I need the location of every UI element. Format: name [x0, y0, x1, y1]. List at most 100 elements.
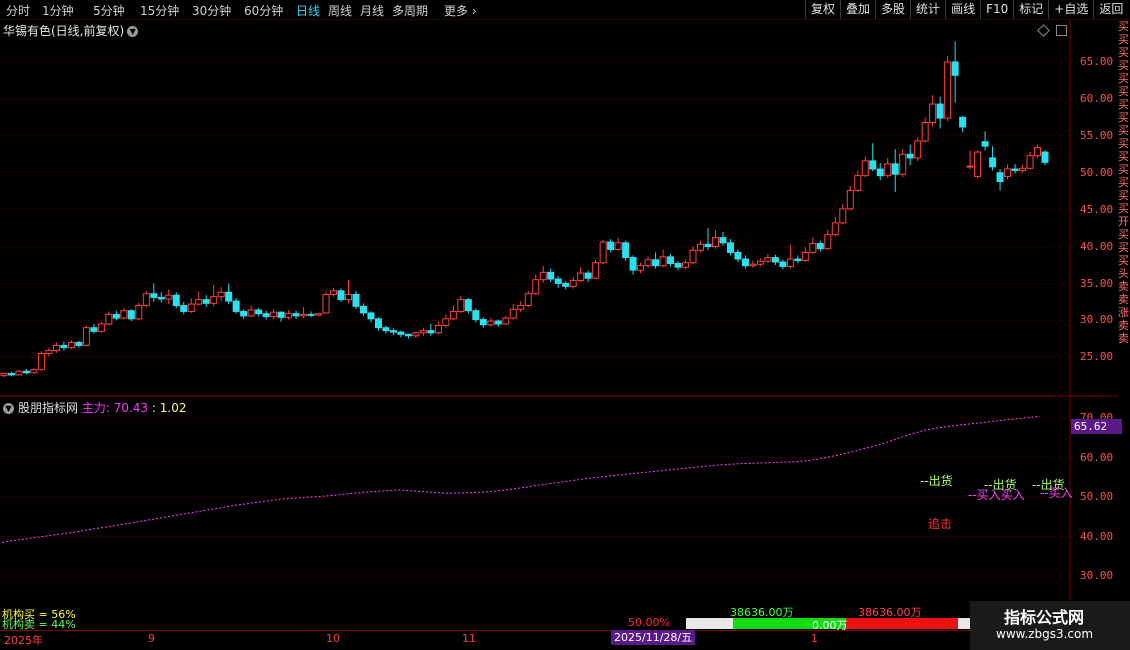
candle-body: [914, 140, 922, 159]
candle-body: [876, 168, 884, 177]
indicator-name: 股朋指标网: [18, 401, 79, 415]
candle-body: [345, 293, 353, 301]
candle-body: [944, 61, 952, 119]
candle-body: [300, 313, 308, 317]
candle-body: [472, 310, 480, 321]
candle-body: [726, 242, 734, 253]
candle-body: [794, 258, 802, 262]
candle-body: [1034, 147, 1042, 157]
indicator-dropdown-icon[interactable]: ▼: [3, 403, 14, 414]
candle-body: [165, 294, 173, 300]
candle-body: [15, 370, 23, 376]
date-axis: [0, 630, 1130, 646]
candle-body: [330, 290, 338, 295]
candle-body: [824, 234, 832, 250]
price-tick: 65.00: [1080, 55, 1114, 68]
indicator-grid: [0, 417, 1070, 577]
indicator-tick: 60.00: [1080, 451, 1114, 464]
price-tick: 40.00: [1080, 240, 1114, 253]
candle-body: [247, 309, 255, 317]
candle-body: [105, 313, 113, 325]
candle-body: [0, 372, 8, 377]
candle-body: [622, 242, 630, 259]
date-month: 1: [811, 632, 818, 645]
candle-body: [779, 261, 787, 267]
candle-body: [569, 279, 577, 287]
candle-body: [22, 370, 30, 374]
candle-body: [607, 241, 615, 250]
candle-body: [839, 208, 847, 224]
candle-body: [637, 265, 645, 271]
candle-body: [404, 333, 412, 337]
candle-body: [135, 305, 143, 320]
candle-body: [255, 309, 263, 315]
candle-body: [225, 291, 233, 302]
price-tick: 35.00: [1080, 277, 1114, 290]
kline-chart[interactable]: [0, 0, 1130, 650]
candle-body: [127, 310, 135, 320]
candle-body: [921, 122, 929, 142]
candle-body: [539, 271, 547, 281]
candle-body: [816, 243, 824, 250]
candle-body: [869, 160, 877, 170]
inflow-value: 38636.00万: [730, 606, 794, 619]
candle-body: [285, 313, 293, 318]
watermark-title: 指标公式网: [1004, 608, 1085, 627]
candle-body: [696, 243, 704, 251]
candle-body: [532, 279, 540, 295]
candle-body: [180, 305, 188, 312]
candle-body: [397, 331, 405, 335]
candle-body: [809, 243, 817, 253]
indicator-title: ▼ 股朋指标网 主力: 70.43 : 1.02: [3, 399, 186, 416]
candle-body: [374, 318, 382, 329]
candle-body: [741, 258, 749, 267]
candle-body: [37, 353, 45, 371]
candle-body: [60, 344, 68, 349]
candle-body: [434, 324, 442, 334]
candle-body: [210, 296, 218, 304]
candle-body: [217, 291, 225, 298]
outflow-value: 38636.00万: [858, 606, 922, 619]
candle-body: [599, 241, 607, 264]
candle-body: [142, 293, 150, 307]
date-month: 9: [148, 632, 155, 645]
candle-body: [1011, 168, 1019, 171]
candle-body: [771, 257, 779, 263]
candle-body: [322, 293, 330, 314]
candle-body: [1026, 155, 1034, 169]
candle-body: [449, 310, 457, 320]
candle-body: [195, 299, 203, 305]
candle-body: [584, 272, 592, 279]
candle-body: [831, 222, 839, 236]
candle-body: [959, 116, 967, 128]
candle-body: [689, 249, 697, 264]
candle-body: [359, 305, 367, 314]
candle-body: [315, 313, 323, 316]
candle-body: [614, 242, 622, 250]
candle-body: [292, 313, 300, 317]
candle-body: [854, 175, 862, 191]
candle-body: [891, 163, 899, 175]
indicator-tick: 50.00: [1080, 490, 1114, 503]
candle-body: [659, 256, 667, 267]
grid-lines: [0, 61, 1070, 358]
candle-body: [202, 299, 210, 304]
candle-body: [629, 257, 637, 271]
candle-body: [502, 317, 510, 325]
candle-body: [82, 327, 90, 346]
indicator-tick: 30.00: [1080, 569, 1114, 582]
chase-signal: 追击: [928, 517, 953, 531]
candle-body: [846, 189, 854, 210]
candle-body: [90, 327, 98, 332]
candle-body: [232, 300, 240, 312]
candle-body: [711, 237, 719, 247]
candle-body: [67, 341, 75, 349]
candle-body: [389, 330, 397, 333]
secondary-value: : 1.02: [151, 401, 187, 415]
price-tick: 60.00: [1080, 92, 1114, 105]
candle-body: [899, 153, 907, 175]
candle-body: [861, 160, 869, 177]
candle-body: [1041, 151, 1049, 163]
candle-body: [1019, 167, 1027, 171]
date-month: 11: [462, 632, 476, 645]
